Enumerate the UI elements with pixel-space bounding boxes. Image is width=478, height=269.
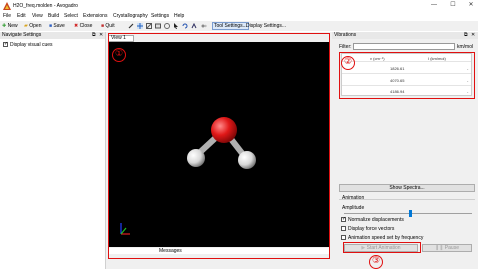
save-button[interactable]: ■ Save (49, 22, 65, 30)
menu-edit[interactable]: Edit (17, 13, 26, 19)
amplitude-label: Amplitude (342, 205, 365, 211)
menu-build[interactable]: Build (48, 13, 59, 19)
animation-speed-label: Animation speed set by frequency (348, 235, 424, 241)
navigate-settings-header: Navigate Settings ⧉ ✕ (0, 32, 105, 39)
navigate-settings-title: Navigate Settings (2, 32, 42, 38)
menu-settings[interactable]: Settings (151, 13, 169, 19)
bond-centric-tool-icon[interactable] (146, 23, 152, 29)
open-button[interactable]: ▰ Open (24, 22, 41, 30)
display-force-vectors-label: Display force vectors (348, 226, 395, 232)
menu-crystallography[interactable]: Crystallography (113, 13, 148, 19)
open-folder-icon: ▰ (24, 23, 28, 29)
vibrations-float-icon[interactable]: ⧉ (464, 32, 468, 39)
annotation-marker-2: ② (341, 56, 355, 70)
menu-bar: File Edit View Build Select Extensions C… (0, 12, 478, 21)
vibrations-title: Vibrations (334, 32, 357, 38)
annotation-marker-1: ① (112, 48, 126, 62)
save-label: Save (53, 23, 65, 29)
normalize-displacements-label: Normalize displacements (348, 217, 404, 223)
draw-tool-icon[interactable] (128, 23, 134, 29)
pause-button[interactable]: ❚❚ Pause (422, 244, 472, 252)
display-settings-button[interactable]: Display Settings... (246, 22, 286, 30)
filter-label: Filter: (339, 44, 352, 50)
show-spectra-button[interactable]: Show Spectra... (339, 184, 475, 192)
display-visual-cues-label: Display visual cues (10, 42, 53, 48)
animation-group-divider (339, 199, 475, 200)
title-bar: H2O_freq.molden - Avogadro — ☐ ✕ (0, 0, 478, 12)
quit-label: Quit (105, 23, 115, 29)
navigate-tool-icon[interactable] (137, 23, 143, 29)
quit-icon: ■ (101, 23, 105, 29)
amplitude-slider-track[interactable] (344, 213, 472, 214)
menu-select[interactable]: Select (64, 13, 78, 19)
measure-tool-icon[interactable] (155, 23, 161, 29)
pause-label: Pause (444, 245, 459, 251)
checkmark-icon: ✓ (4, 41, 9, 47)
avogadro-app-icon (3, 2, 11, 10)
maximize-button[interactable]: ☐ (447, 1, 459, 10)
filter-unit: km/mol (457, 44, 474, 50)
new-icon: ✚ (2, 23, 7, 29)
menu-extensions[interactable]: Extensions (83, 13, 107, 19)
dock-float-icon[interactable]: ⧉ (92, 32, 96, 39)
vibrations-header: Vibrations ⧉ ✕ (332, 32, 478, 39)
display-force-vectors-checkbox[interactable] (341, 226, 346, 231)
save-icon: ■ (49, 23, 53, 29)
main-toolbar: ✚ New ▰ Open ■ Save ✖ Close ■ Quit Tool … (0, 21, 478, 31)
window-title: H2O_freq.molden - Avogadro (13, 3, 78, 9)
rotate-tool-icon[interactable] (182, 23, 188, 29)
select-tool-icon[interactable] (173, 23, 179, 29)
menu-file[interactable]: File (3, 13, 11, 19)
annotation-marker-3: ③ (369, 255, 383, 269)
display-visual-cues-checkbox[interactable]: ✓ (3, 42, 8, 47)
close-window-button[interactable]: ✕ (465, 1, 477, 10)
close-document-button[interactable]: ✖ Close (74, 22, 92, 30)
tool-settings-button[interactable]: Tool Settings... (212, 22, 249, 30)
animation-speed-checkbox[interactable] (341, 235, 346, 240)
annotation-box-start-animation (343, 242, 421, 253)
quit-button[interactable]: ■ Quit (101, 22, 115, 30)
annotation-box-table (339, 52, 475, 99)
manipulate-tool-icon[interactable] (191, 23, 197, 29)
close-label: Close (79, 23, 93, 29)
filter-input[interactable] (353, 43, 455, 50)
navigate-settings-dock: Navigate Settings ⧉ ✕ ✓ Display visual c… (0, 32, 106, 269)
close-doc-icon: ✖ (74, 23, 79, 29)
annotation-box-viewport (108, 33, 330, 259)
autoopt-tool-icon[interactable] (201, 23, 207, 29)
menu-help[interactable]: Help (174, 13, 184, 19)
checkmark-icon: ✓ (342, 216, 347, 222)
pause-icon: ❚❚ (435, 245, 444, 251)
amplitude-slider-handle[interactable] (409, 210, 413, 217)
dock-close-icon[interactable]: ✕ (99, 32, 103, 39)
minimize-button[interactable]: — (428, 1, 440, 10)
animation-group-label: Animation (342, 195, 365, 201)
new-label: New (7, 23, 18, 29)
normalize-displacements-checkbox[interactable]: ✓ (341, 217, 346, 222)
align-tool-icon[interactable] (164, 23, 170, 29)
vibrations-close-icon[interactable]: ✕ (471, 32, 475, 39)
menu-view[interactable]: View (32, 13, 43, 19)
new-button[interactable]: ✚ New (2, 22, 18, 30)
open-label: Open (29, 23, 42, 29)
